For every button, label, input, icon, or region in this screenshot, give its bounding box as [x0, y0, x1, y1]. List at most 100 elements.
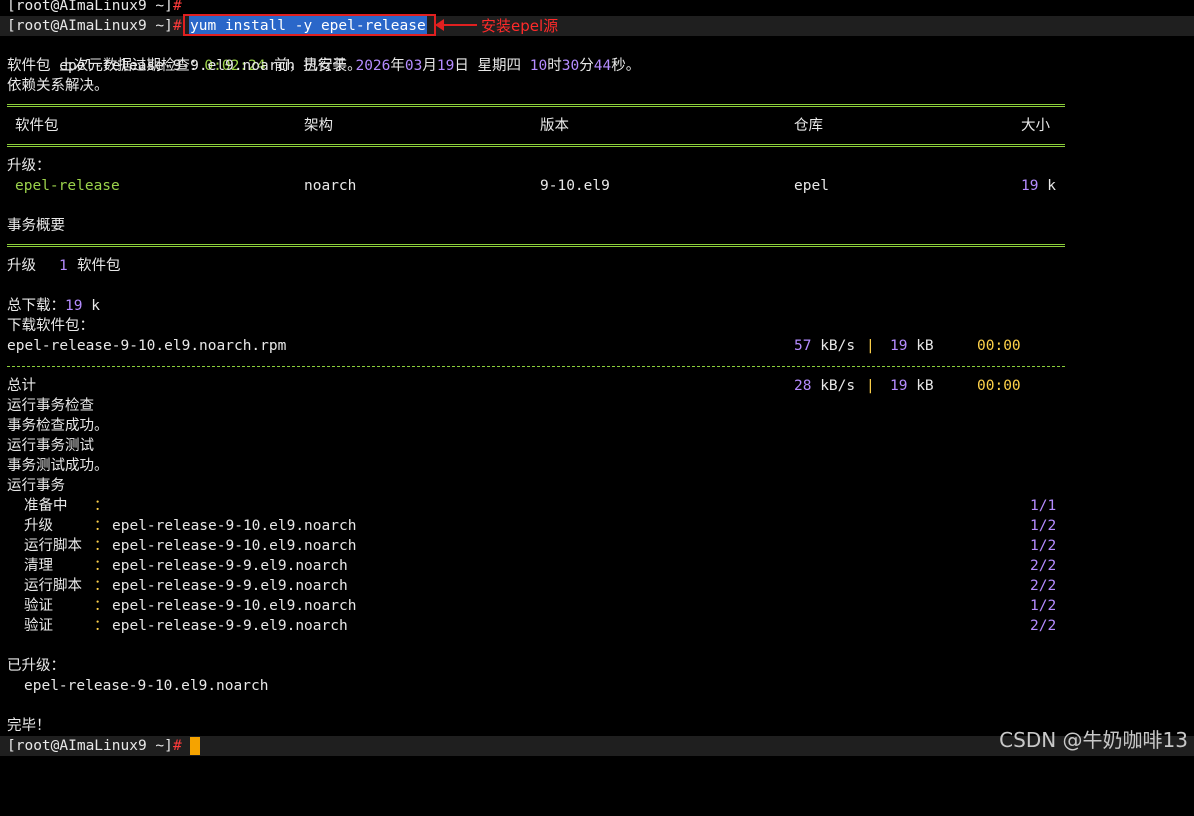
- prompt-user-host: [root@AImaLinux9 ~]: [7, 0, 173, 14]
- separator-line: [0, 356, 1194, 376]
- tx-progress: 1/2: [1030, 598, 1057, 614]
- tx-action: 验证: [24, 618, 53, 634]
- terminal-line: 依赖关系解决。: [0, 76, 1194, 96]
- terminal-line: 已升级：: [0, 656, 1194, 676]
- total-speed-unit: kB/s: [811, 378, 856, 394]
- tx-row: 升级 ： epel-release-9-10.el9.noarch 1/2: [0, 516, 1194, 536]
- tx-progress: 1/2: [1030, 518, 1057, 534]
- total-download-label: 总下载：: [7, 298, 65, 314]
- terminal-line: 总下载：19 k: [0, 296, 1194, 316]
- summary-upgrade-label: 升级: [7, 258, 36, 274]
- table-row: epel-release noarch 9-10.el9 epel 19 k: [0, 176, 1194, 196]
- download-bar: |: [866, 338, 875, 354]
- total-label: 总计: [7, 378, 36, 394]
- tx-pkg: epel-release-9-9.el9.noarch: [112, 558, 348, 574]
- terminal-line: 升级 1 软件包: [0, 256, 1194, 276]
- download-size-unit: kB: [907, 338, 934, 354]
- tx-colon: ：: [94, 558, 109, 574]
- tx-colon: ：: [94, 578, 109, 594]
- tx-row: 清理 ： epel-release-9-9.el9.noarch 2/2: [0, 556, 1194, 576]
- tx-progress: 2/2: [1030, 618, 1057, 634]
- terminal-line: 升级：: [0, 156, 1194, 176]
- prompt-user-host: [root@AImaLinux9 ~]: [7, 738, 173, 754]
- tx-row: 准备中 ： 1/1: [0, 496, 1194, 516]
- tx-action: 准备中: [24, 498, 68, 514]
- tx-colon: ：: [94, 538, 109, 554]
- download-file: epel-release-9-10.el9.noarch.rpm: [7, 338, 287, 354]
- total-bar: |: [866, 378, 875, 394]
- section-upgrade: 升级：: [7, 158, 51, 174]
- meta-installed: 软件包 epel-release-9-9.el9.noarch 已安装。: [7, 58, 362, 74]
- total-row: 总计 28 kB/s | 19 kB 00:00: [0, 376, 1194, 396]
- separator-line: [0, 136, 1194, 156]
- tx-pkg: epel-release-9-9.el9.noarch: [112, 618, 348, 634]
- terminal-line: 事务检查成功。: [0, 416, 1194, 436]
- terminal-window[interactable]: [root@AImaLinux9 ~] # [root@AImaLinux9 ~…: [0, 0, 1194, 758]
- step-line: 运行事务测试: [7, 438, 94, 454]
- tx-row: 验证 ： epel-release-9-10.el9.noarch 1/2: [0, 596, 1194, 616]
- header-package: 软件包: [15, 118, 59, 134]
- download-speed: 57: [794, 338, 812, 354]
- total-time: 00:00: [977, 378, 1021, 394]
- step-line: 事务检查成功。: [7, 418, 109, 434]
- tx-colon: ：: [94, 618, 109, 634]
- summary-title: 事务概要: [7, 218, 65, 234]
- tx-colon: ：: [94, 498, 109, 514]
- tx-action: 清理: [24, 558, 53, 574]
- annotation-text: 安装epel源: [481, 17, 559, 35]
- summary-upgrade-unit: 软件包: [77, 258, 121, 274]
- step-line: 运行事务: [7, 478, 65, 494]
- separator-line: [0, 236, 1194, 256]
- row-size-unit: k: [1038, 178, 1056, 194]
- tx-row: 验证 ： epel-release-9-9.el9.noarch 2/2: [0, 616, 1194, 636]
- text-cursor[interactable]: [190, 737, 200, 755]
- upgraded-label: 已升级：: [7, 658, 65, 674]
- annotation-box: [183, 14, 436, 36]
- prompt-user-host: [root@AImaLinux9 ~]: [7, 18, 173, 34]
- done-text: 完毕！: [7, 718, 51, 734]
- tx-pkg: epel-release-9-10.el9.noarch: [112, 598, 357, 614]
- tx-progress: 1/1: [1030, 498, 1057, 514]
- tx-action: 运行脚本: [24, 578, 82, 594]
- terminal-line: 上次元数据过期检查：0:02:24 前，执行于 2026年03月19日 星期四 …: [0, 36, 1194, 74]
- terminal-line: 运行事务检查: [0, 396, 1194, 416]
- prompt-symbol: #: [173, 738, 182, 754]
- terminal-line: 运行事务: [0, 476, 1194, 496]
- terminal-line: 事务概要: [0, 216, 1194, 236]
- terminal-line-command: [root@AImaLinux9 ~] # yum install -y epe…: [0, 16, 1194, 36]
- header-arch: 架构: [304, 118, 333, 134]
- tx-action: 验证: [24, 598, 53, 614]
- prompt-symbol: #: [173, 0, 182, 14]
- row-size-num: 19: [1021, 178, 1039, 194]
- prompt-symbol: #: [173, 18, 182, 34]
- upgraded-pkg: epel-release-9-10.el9.noarch: [24, 678, 269, 694]
- header-version: 版本: [540, 118, 569, 134]
- total-size-unit: kB: [907, 378, 934, 394]
- tx-row: 运行脚本 ： epel-release-9-10.el9.noarch 1/2: [0, 536, 1194, 556]
- header-size: 大小: [1021, 118, 1050, 134]
- tx-progress: 1/2: [1030, 538, 1057, 554]
- total-download-unit: k: [82, 298, 100, 314]
- total-size: 19: [890, 378, 908, 394]
- row-version: 9-10.el9: [540, 178, 610, 194]
- terminal-line: 下载软件包：: [0, 316, 1194, 336]
- summary-upgrade-count: 1: [59, 258, 68, 274]
- row-repo: epel: [794, 178, 829, 194]
- download-size: 19: [890, 338, 908, 354]
- row-package: epel-release: [15, 178, 120, 194]
- tx-row: 运行脚本 ： epel-release-9-9.el9.noarch 2/2: [0, 576, 1194, 596]
- table-header: 软件包 架构 版本 仓库 大小: [0, 116, 1194, 136]
- terminal-line: epel-release-9-10.el9.noarch: [0, 676, 1194, 696]
- row-arch: noarch: [304, 178, 357, 194]
- downloading-label: 下载软件包：: [7, 318, 94, 334]
- download-time: 00:00: [977, 338, 1021, 354]
- meta-deps: 依赖关系解决。: [7, 78, 109, 94]
- tx-action: 运行脚本: [24, 538, 82, 554]
- tx-pkg: epel-release-9-9.el9.noarch: [112, 578, 348, 594]
- watermark: CSDN @牛奶咖啡13: [999, 728, 1188, 752]
- step-line: 事务测试成功。: [7, 458, 109, 474]
- terminal-line: 软件包 epel-release-9-9.el9.noarch 已安装。: [0, 56, 1194, 76]
- total-speed: 28: [794, 378, 812, 394]
- tx-colon: ：: [94, 518, 109, 534]
- tx-colon: ：: [94, 598, 109, 614]
